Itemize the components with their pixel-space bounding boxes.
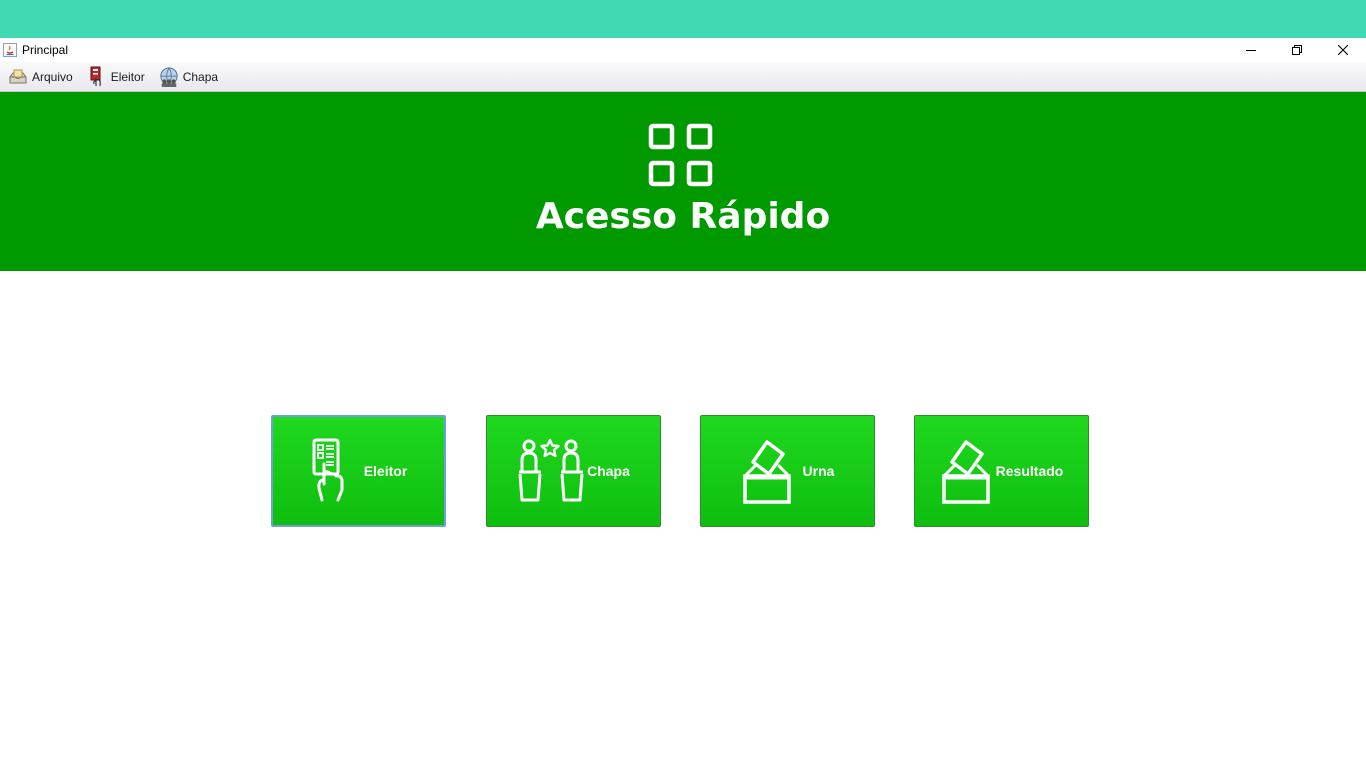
page-title: Acesso Rápido bbox=[535, 196, 831, 237]
urna-button[interactable]: Urna bbox=[700, 415, 875, 527]
close-button[interactable] bbox=[1320, 38, 1366, 62]
java-app-icon bbox=[2, 42, 18, 58]
resultado-button-label: Resultado bbox=[995, 463, 1064, 479]
chapa-button[interactable]: Chapa bbox=[486, 415, 661, 527]
ballot-box-icon bbox=[742, 440, 791, 504]
grid-squares-icon bbox=[648, 123, 713, 187]
restore-button[interactable] bbox=[1274, 38, 1320, 62]
menu-eleitor-label: Eleitor bbox=[110, 69, 145, 84]
voter-id-icon bbox=[87, 66, 107, 88]
envelope-tray-icon bbox=[8, 66, 28, 88]
menu-arquivo[interactable]: Arquivo bbox=[0, 62, 79, 91]
urna-button-label: Urna bbox=[802, 463, 835, 479]
menu-bar: Arquivo Eleitor Chapa bbox=[0, 62, 1366, 92]
main-window: Principal Arquivo Eleitor Chapa Acesso R… bbox=[0, 38, 1366, 768]
close-icon bbox=[1338, 45, 1348, 55]
window-title: Principal bbox=[22, 43, 69, 57]
title-bar[interactable]: Principal bbox=[0, 38, 1366, 62]
minimize-icon bbox=[1246, 50, 1256, 51]
resultado-button[interactable]: Resultado bbox=[914, 415, 1089, 527]
eleitor-button[interactable]: Eleitor bbox=[271, 415, 446, 527]
restore-icon bbox=[1292, 45, 1302, 55]
chapa-button-label: Chapa bbox=[587, 463, 630, 479]
ballot-box-icon bbox=[941, 440, 990, 504]
minimize-button[interactable] bbox=[1228, 38, 1274, 62]
menu-eleitor[interactable]: Eleitor bbox=[79, 62, 151, 91]
window-controls bbox=[1228, 38, 1366, 62]
menu-arquivo-label: Arquivo bbox=[32, 69, 73, 84]
candidates-podium-icon bbox=[518, 438, 584, 502]
menu-chapa-label: Chapa bbox=[182, 69, 219, 84]
voter-card-hand-icon bbox=[312, 438, 344, 502]
menu-chapa[interactable]: Chapa bbox=[151, 62, 224, 91]
eleitor-button-label: Eleitor bbox=[363, 463, 408, 479]
quick-access-banner: Acesso Rápido bbox=[0, 92, 1366, 271]
group-globe-icon bbox=[159, 66, 179, 88]
